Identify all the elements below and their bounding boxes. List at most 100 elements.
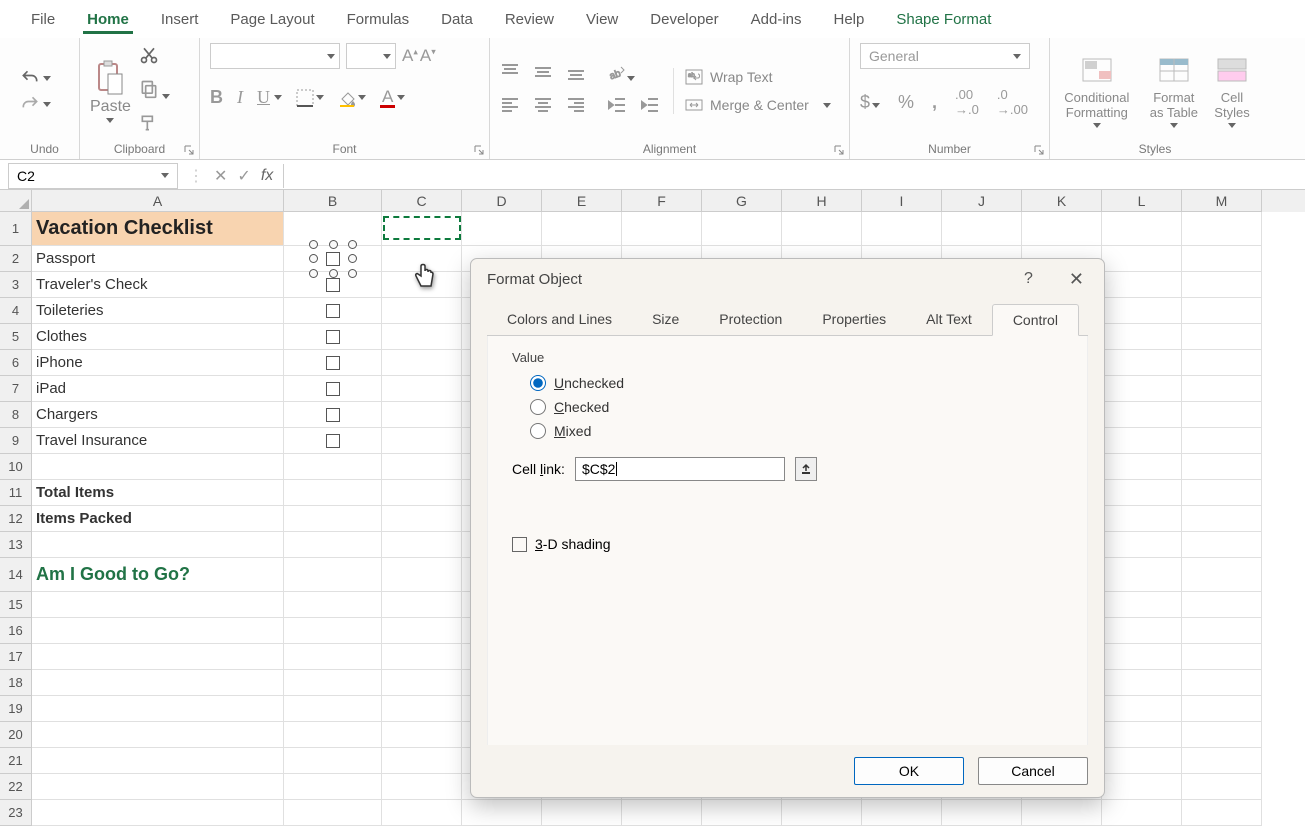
cell-H1[interactable]: [782, 212, 862, 246]
decrease-font-button[interactable]: A▾: [420, 46, 436, 66]
cell-B22[interactable]: [284, 774, 382, 800]
cell-M20[interactable]: [1182, 722, 1262, 748]
cell-A10[interactable]: [32, 454, 284, 480]
select-all-corner[interactable]: [0, 190, 32, 212]
cell-B15[interactable]: [284, 592, 382, 618]
cell-C7[interactable]: [382, 376, 462, 402]
cell-M12[interactable]: [1182, 506, 1262, 532]
cell-A11[interactable]: Total Items: [32, 480, 284, 506]
cell-M18[interactable]: [1182, 670, 1262, 696]
cell-B6[interactable]: [284, 350, 382, 376]
cell-D23[interactable]: [462, 800, 542, 826]
wrap-text-button[interactable]: abWrap Text: [684, 68, 831, 86]
cell-M2[interactable]: [1182, 246, 1262, 272]
cell-link-input[interactable]: $C$2: [575, 457, 785, 481]
cancel-button[interactable]: Cancel: [978, 757, 1088, 785]
cell-L16[interactable]: [1102, 618, 1182, 644]
tab-control[interactable]: Control: [992, 304, 1079, 336]
cell-M3[interactable]: [1182, 272, 1262, 298]
font-color-button[interactable]: A: [380, 88, 405, 108]
cell-M5[interactable]: [1182, 324, 1262, 350]
cell-A3[interactable]: Traveler's Check: [32, 272, 284, 298]
tab-colors-lines[interactable]: Colors and Lines: [487, 304, 632, 335]
cell-C15[interactable]: [382, 592, 462, 618]
shading-checkbox[interactable]: 3-D shading: [512, 536, 1063, 552]
cell-L5[interactable]: [1102, 324, 1182, 350]
dialog-help-button[interactable]: ?: [1024, 270, 1033, 288]
row-header-17[interactable]: 17: [0, 644, 32, 670]
cell-D1[interactable]: [462, 212, 542, 246]
alignment-launcher[interactable]: [833, 143, 845, 155]
cell-L23[interactable]: [1102, 800, 1182, 826]
cell-B21[interactable]: [284, 748, 382, 774]
row-header-5[interactable]: 5: [0, 324, 32, 350]
col-header-C[interactable]: C: [382, 190, 462, 212]
row-header-2[interactable]: 2: [0, 246, 32, 272]
cell-B13[interactable]: [284, 532, 382, 558]
cell-A2[interactable]: Passport: [32, 246, 284, 272]
col-header-J[interactable]: J: [942, 190, 1022, 212]
row-header-13[interactable]: 13: [0, 532, 32, 558]
align-center-button[interactable]: [533, 96, 553, 119]
border-button[interactable]: [296, 89, 324, 107]
cell-M22[interactable]: [1182, 774, 1262, 800]
fx-icon[interactable]: fx: [261, 167, 273, 185]
cell-M9[interactable]: [1182, 428, 1262, 454]
cell-A13[interactable]: [32, 532, 284, 558]
row-header-11[interactable]: 11: [0, 480, 32, 506]
cell-C18[interactable]: [382, 670, 462, 696]
cell-C13[interactable]: [382, 532, 462, 558]
cell-A21[interactable]: [32, 748, 284, 774]
cell-A16[interactable]: [32, 618, 284, 644]
cell-A1[interactable]: Vacation Checklist: [32, 212, 284, 246]
col-header-G[interactable]: G: [702, 190, 782, 212]
cell-C20[interactable]: [382, 722, 462, 748]
cell-M8[interactable]: [1182, 402, 1262, 428]
checkbox-selected[interactable]: [313, 244, 353, 274]
row-header-6[interactable]: 6: [0, 350, 32, 376]
col-header-E[interactable]: E: [542, 190, 622, 212]
cell-G1[interactable]: [702, 212, 782, 246]
cell-A15[interactable]: [32, 592, 284, 618]
menu-data[interactable]: Data: [425, 3, 489, 36]
col-header-D[interactable]: D: [462, 190, 542, 212]
cell-M19[interactable]: [1182, 696, 1262, 722]
cell-A8[interactable]: Chargers: [32, 402, 284, 428]
cell-B12[interactable]: [284, 506, 382, 532]
dialog-close-button[interactable]: ✕: [1061, 265, 1092, 294]
col-header-A[interactable]: A: [32, 190, 284, 212]
cell-C8[interactable]: [382, 402, 462, 428]
row-header-7[interactable]: 7: [0, 376, 32, 402]
menu-formulas[interactable]: Formulas: [331, 3, 426, 36]
tab-properties[interactable]: Properties: [802, 304, 906, 335]
fill-color-button[interactable]: [338, 89, 366, 107]
cell-A23[interactable]: [32, 800, 284, 826]
radio-checked[interactable]: Checked: [530, 399, 1063, 415]
row-header-3[interactable]: 3: [0, 272, 32, 298]
cell-B18[interactable]: [284, 670, 382, 696]
cell-C10[interactable]: [382, 454, 462, 480]
clipboard-launcher[interactable]: [183, 143, 195, 155]
checkbox-8[interactable]: [326, 408, 340, 422]
cell-A18[interactable]: [32, 670, 284, 696]
cell-C5[interactable]: [382, 324, 462, 350]
merge-center-button[interactable]: Merge & Center: [684, 96, 831, 114]
cell-C12[interactable]: [382, 506, 462, 532]
align-top-button[interactable]: [500, 63, 520, 86]
menu-page-layout[interactable]: Page Layout: [214, 3, 330, 36]
cell-A14[interactable]: Am I Good to Go?: [32, 558, 284, 592]
cell-L21[interactable]: [1102, 748, 1182, 774]
cell-L11[interactable]: [1102, 480, 1182, 506]
redo-button[interactable]: [20, 94, 51, 114]
cell-C16[interactable]: [382, 618, 462, 644]
cell-A6[interactable]: iPhone: [32, 350, 284, 376]
underline-button[interactable]: U: [257, 87, 270, 108]
cancel-formula-button[interactable]: ✕: [214, 166, 227, 186]
col-header-K[interactable]: K: [1022, 190, 1102, 212]
col-header-L[interactable]: L: [1102, 190, 1182, 212]
comma-format-button[interactable]: ,: [932, 92, 937, 113]
undo-button[interactable]: [20, 68, 51, 88]
row-header-12[interactable]: 12: [0, 506, 32, 532]
radio-mixed[interactable]: Mixed: [530, 423, 1063, 439]
cell-B17[interactable]: [284, 644, 382, 670]
